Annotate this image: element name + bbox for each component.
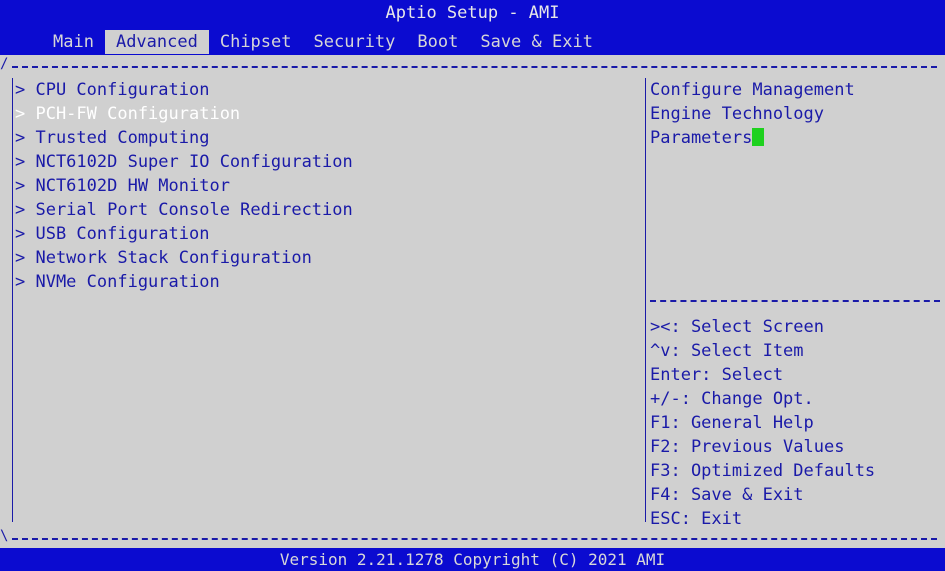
advanced-menu: > CPU Configuration > PCH-FW Configurati… [15,78,353,294]
text-cursor [752,128,765,146]
tab-chipset[interactable]: Chipset [209,30,303,54]
menu-item-trusted-computing[interactable]: > Trusted Computing [15,126,353,150]
key-legend: ><: Select Screen ^v: Select Item Enter:… [650,315,875,531]
frame-divider [645,78,646,522]
help-divider [650,300,940,302]
frame-left-border [12,78,13,522]
key-general-help: F1: General Help [650,413,814,433]
help-panel: Configure Management Engine Technology P… [650,78,855,150]
menu-item-super-io-configuration[interactable]: > NCT6102D Super IO Configuration [15,150,353,174]
tab-save-exit[interactable]: Save & Exit [469,30,604,54]
key-esc-exit: ESC: Exit [650,509,743,529]
menu-item-usb-configuration[interactable]: > USB Configuration [15,222,353,246]
footer-version: Version 2.21.1278 Copyright (C) 2021 AMI [0,548,945,571]
key-enter-select: Enter: Select [650,365,784,385]
help-text-line: Configure Management [650,80,855,100]
help-text-line-last: Parameters [650,128,753,148]
menu-item-network-stack-configuration[interactable]: > Network Stack Configuration [15,246,353,270]
key-save-exit: F4: Save & Exit [650,485,804,505]
key-optimized-defaults: F3: Optimized Defaults [650,461,876,481]
key-change-option: +/-: Change Opt. [650,389,814,409]
menu-item-nvme-configuration[interactable]: > NVMe Configuration [15,270,353,294]
frame-bottom-border [12,538,937,540]
menu-item-cpu-configuration[interactable]: > CPU Configuration [15,78,353,102]
key-select-item: ^v: Select Item [650,341,804,361]
menu-item-pch-fw-configuration[interactable]: > PCH-FW Configuration [15,102,353,126]
help-text-line: Engine Technology [650,104,824,124]
frame-top-border [12,66,937,68]
key-select-screen: ><: Select Screen [650,317,824,337]
frame-corner-top-left: / [0,56,9,72]
tab-main[interactable]: Main [42,30,105,54]
tab-boot[interactable]: Boot [406,30,469,54]
tab-advanced[interactable]: Advanced [104,30,209,54]
tab-bar: Main Advanced Chipset Security Boot Save… [42,30,604,54]
menu-item-hw-monitor[interactable]: > NCT6102D HW Monitor [15,174,353,198]
menu-item-serial-port-console-redirection[interactable]: > Serial Port Console Redirection [15,198,353,222]
title-bar: Aptio Setup - AMI Main Advanced Chipset … [0,0,945,55]
frame-corner-bottom-left: \ [0,528,9,544]
help-text-line: Parameters [650,126,855,150]
key-previous-values: F2: Previous Values [650,437,845,457]
app-title: Aptio Setup - AMI [385,3,560,23]
tab-security[interactable]: Security [303,30,407,54]
